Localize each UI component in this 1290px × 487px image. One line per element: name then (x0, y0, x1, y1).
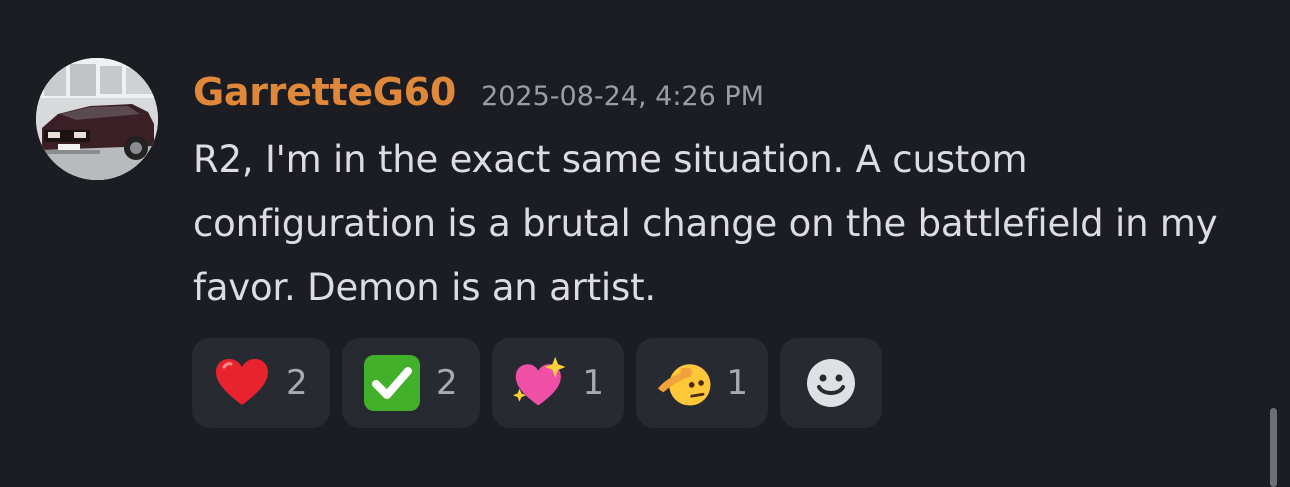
reaction-bar: 2 2 1 1 (192, 338, 882, 428)
check-mark-button-icon (364, 355, 420, 411)
reaction-sparkling-heart[interactable]: 1 (492, 338, 624, 428)
author-name[interactable]: GarretteG60 (193, 70, 456, 114)
reaction-count: 2 (436, 363, 458, 403)
reaction-check-mark[interactable]: 2 (342, 338, 480, 428)
message-header: GarretteG60 2025-08-24, 4:26 PM (193, 70, 764, 120)
smiley-add-icon (807, 359, 855, 407)
red-heart-icon (216, 359, 268, 405)
saluting-face-icon (657, 364, 711, 406)
message-text: R2, I'm in the exact same situation. A c… (193, 138, 1218, 309)
car-photo-avatar-icon (36, 58, 158, 180)
reaction-red-heart[interactable]: 2 (192, 338, 330, 428)
reaction-count: 1 (726, 363, 748, 403)
reaction-count: 1 (582, 363, 604, 403)
add-reaction-button[interactable] (780, 338, 882, 428)
chat-message: GarretteG60 2025-08-24, 4:26 PM R2, I'm … (0, 0, 1290, 487)
message-timestamp: 2025-08-24, 4:26 PM (481, 81, 764, 112)
reaction-count: 2 (286, 363, 308, 403)
scrollbar-thumb[interactable] (1270, 408, 1277, 487)
sparkling-heart-icon (512, 356, 566, 406)
user-avatar[interactable] (36, 58, 158, 180)
reaction-saluting-face[interactable]: 1 (636, 338, 768, 428)
